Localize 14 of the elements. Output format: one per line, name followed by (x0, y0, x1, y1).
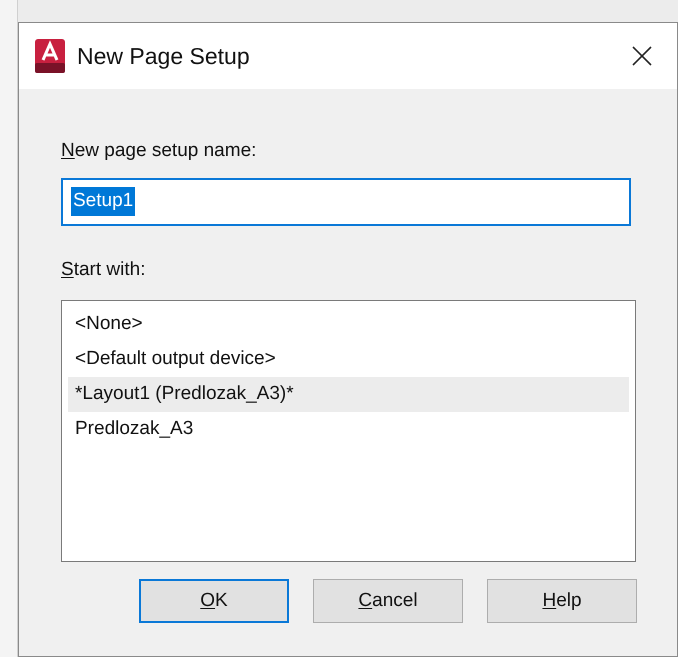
list-item[interactable]: <None> (68, 307, 629, 342)
list-label: Start with: (61, 258, 146, 282)
window-title: New Page Setup (77, 42, 250, 71)
name-input-field[interactable]: Setup1 (61, 178, 631, 226)
list-item[interactable]: Predlozak_A3 (68, 412, 629, 447)
dialog-button[interactable]: Help (487, 579, 637, 623)
list-item[interactable]: *Layout1 (Predlozak_A3)* (68, 377, 629, 412)
dialog-button[interactable]: Cancel (313, 579, 463, 623)
list-item[interactable]: <Default output device> (68, 342, 629, 377)
field-label: New page setup name: (61, 139, 258, 163)
input-value: Setup1 (71, 187, 136, 216)
dialog-button[interactable]: OK (139, 579, 289, 623)
close-icon (632, 46, 652, 66)
app-logo-icon (35, 39, 65, 73)
